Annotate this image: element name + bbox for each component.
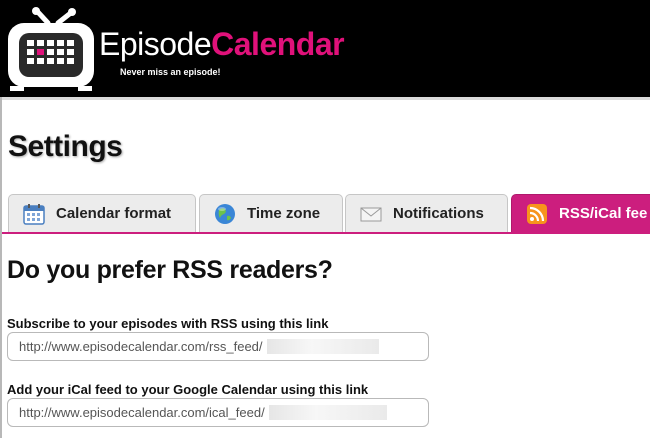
rss-url-text: http://www.episodecalendar.com/rss_feed/ [19, 339, 263, 354]
redacted-token [268, 405, 387, 420]
brand-episode-text: Episode [99, 26, 212, 62]
redacted-token [266, 339, 379, 354]
envelope-icon [360, 207, 382, 221]
section-heading: Do you prefer RSS readers? [7, 256, 333, 284]
tab-time-zone[interactable]: Time zone [199, 194, 343, 232]
site-header: EpisodeCalendar Never miss an episode! [0, 0, 650, 97]
rss-link-label: Subscribe to your episodes with RSS usin… [7, 316, 329, 331]
globe-icon [215, 203, 235, 224]
tab-rss-ical[interactable]: RSS/iCal fee [511, 194, 650, 232]
tab-label: Calendar format [56, 205, 172, 222]
rss-icon [527, 203, 547, 224]
brand-wordmark[interactable]: EpisodeCalendar [99, 26, 345, 66]
brand-calendar-text: Calendar [211, 26, 345, 62]
tab-label: Time zone [247, 205, 321, 222]
tab-label: Notifications [393, 205, 484, 222]
ical-url-text: http://www.episodecalendar.com/ical_feed… [19, 405, 265, 420]
tab-label: RSS/iCal fee [559, 205, 648, 222]
tab-notifications[interactable]: Notifications [345, 194, 508, 232]
tab-calendar-format[interactable]: Calendar format [8, 194, 196, 232]
rss-feed-url-field[interactable]: http://www.episodecalendar.com/rss_feed/ [7, 332, 429, 361]
settings-tabs: Calendar format Time zone Notifications [2, 194, 650, 232]
ical-link-label: Add your iCal feed to your Google Calend… [7, 382, 369, 397]
calendar-icon [23, 203, 45, 225]
tabs-divider [2, 232, 650, 234]
tv-calendar-logo-icon[interactable] [6, 6, 96, 92]
page-title: Settings [8, 130, 123, 163]
settings-panel: Settings Calendar format Time zone Notif… [2, 100, 650, 438]
tagline: Never miss an episode! [120, 67, 221, 77]
ical-feed-url-field[interactable]: http://www.episodecalendar.com/ical_feed… [7, 398, 429, 427]
